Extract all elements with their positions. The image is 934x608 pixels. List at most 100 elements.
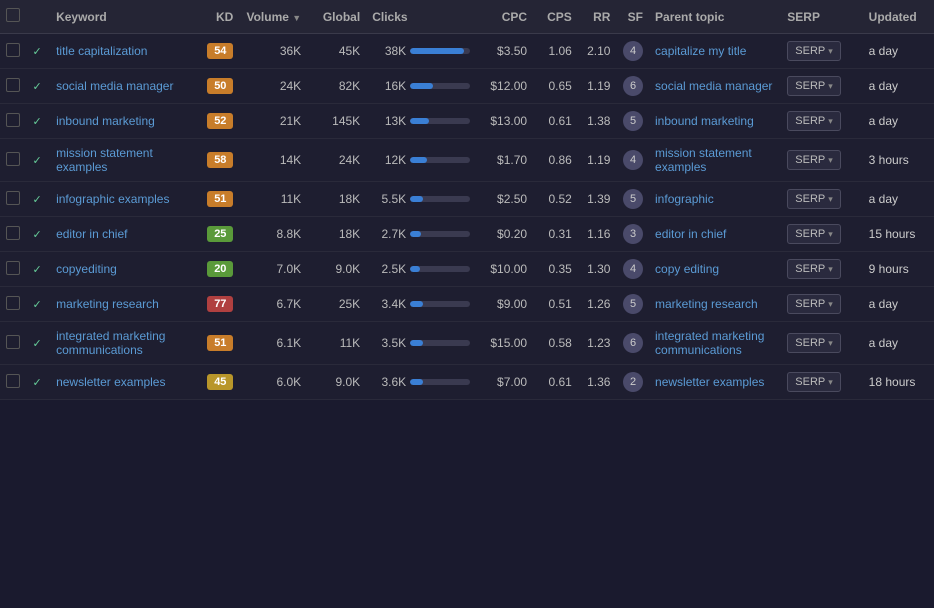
volume-col-header[interactable]: Volume ▼ <box>239 0 307 34</box>
keyword-link[interactable]: infographic examples <box>56 192 186 206</box>
parent-topic-link[interactable]: copy editing <box>655 262 775 276</box>
keyword-link[interactable]: social media manager <box>56 79 186 93</box>
parent-topic-cell: social media manager <box>649 69 781 104</box>
global-col-header[interactable]: Global <box>307 0 366 34</box>
row-checkbox[interactable] <box>6 374 20 388</box>
parent-topic-col-header[interactable]: Parent topic <box>649 0 781 34</box>
row-checkbox[interactable] <box>6 335 20 349</box>
keyword-link[interactable]: newsletter examples <box>56 375 186 389</box>
clicks-cell: 16K <box>366 69 478 104</box>
row-checkbox[interactable] <box>6 261 20 275</box>
kd-cell: 25 <box>193 217 240 252</box>
serp-button[interactable]: SERP ▾ <box>787 111 841 131</box>
serp-cell: SERP ▾ <box>781 252 862 287</box>
clicks-bar-container: 5.5K <box>372 192 472 206</box>
keyword-link[interactable]: title capitalization <box>56 44 186 58</box>
volume-cell: 24K <box>239 69 307 104</box>
table-row: ✓ newsletter examples 45 6.0K 9.0K 3.6K … <box>0 365 934 400</box>
row-checkbox[interactable] <box>6 226 20 240</box>
clicks-value: 3.5K <box>372 336 406 350</box>
sf-badge: 5 <box>623 111 643 131</box>
volume-cell: 21K <box>239 104 307 139</box>
clicks-col-header[interactable]: Clicks <box>366 0 478 34</box>
cps-col-header[interactable]: CPS <box>533 0 578 34</box>
serp-cell: SERP ▾ <box>781 217 862 252</box>
row-checkbox[interactable] <box>6 152 20 166</box>
serp-button[interactable]: SERP ▾ <box>787 294 841 314</box>
serp-button[interactable]: SERP ▾ <box>787 41 841 61</box>
table-row: ✓ mission statement examples 58 14K 24K … <box>0 139 934 182</box>
keyword-link[interactable]: editor in chief <box>56 227 186 241</box>
keyword-link[interactable]: mission statement examples <box>56 146 186 174</box>
serp-button[interactable]: SERP ▾ <box>787 372 841 392</box>
row-checkmark-icon: ✓ <box>32 46 41 58</box>
cps-cell: 0.86 <box>533 139 578 182</box>
keyword-link[interactable]: marketing research <box>56 297 186 311</box>
row-checkbox[interactable] <box>6 191 20 205</box>
rr-col-header[interactable]: RR <box>578 0 617 34</box>
header-checkbox[interactable] <box>6 8 20 22</box>
global-cell: 9.0K <box>307 365 366 400</box>
serp-btn-label: SERP <box>795 193 825 205</box>
keyword-cell: integrated marketing communications <box>50 322 192 365</box>
clicks-bar-fill <box>410 196 423 202</box>
select-all-checkbox-header[interactable] <box>0 0 26 34</box>
clicks-bar-fill <box>410 301 423 307</box>
volume-cell: 6.1K <box>239 322 307 365</box>
clicks-cell: 5.5K <box>366 182 478 217</box>
parent-topic-link[interactable]: social media manager <box>655 79 775 93</box>
clicks-bar-container: 13K <box>372 114 472 128</box>
parent-topic-link[interactable]: inbound marketing <box>655 114 775 128</box>
parent-topic-link[interactable]: capitalize my title <box>655 44 775 58</box>
row-checkbox[interactable] <box>6 296 20 310</box>
row-checkmark-cell: ✓ <box>26 139 50 182</box>
row-checkmark-icon: ✓ <box>32 194 41 206</box>
serp-cell: SERP ▾ <box>781 182 862 217</box>
serp-button[interactable]: SERP ▾ <box>787 259 841 279</box>
rr-cell: 1.39 <box>578 182 617 217</box>
cpc-col-header[interactable]: CPC <box>478 0 533 34</box>
clicks-bar-fill <box>410 231 421 237</box>
sf-badge: 4 <box>623 150 643 170</box>
serp-col-header[interactable]: SERP <box>781 0 862 34</box>
parent-topic-link[interactable]: mission statement examples <box>655 146 775 174</box>
serp-button[interactable]: SERP ▾ <box>787 333 841 353</box>
updated-col-header[interactable]: Updated <box>863 0 934 34</box>
serp-button[interactable]: SERP ▾ <box>787 76 841 96</box>
global-cell: 45K <box>307 34 366 69</box>
keyword-link[interactable]: integrated marketing communications <box>56 329 186 357</box>
check-col-header <box>26 0 50 34</box>
kd-badge: 20 <box>207 261 233 277</box>
row-checkmark-cell: ✓ <box>26 322 50 365</box>
row-checkbox[interactable] <box>6 43 20 57</box>
clicks-cell: 3.4K <box>366 287 478 322</box>
clicks-bar-fill <box>410 118 429 124</box>
global-cell: 24K <box>307 139 366 182</box>
serp-button[interactable]: SERP ▾ <box>787 150 841 170</box>
serp-button[interactable]: SERP ▾ <box>787 224 841 244</box>
row-checkbox[interactable] <box>6 78 20 92</box>
rr-cell: 1.19 <box>578 69 617 104</box>
parent-topic-link[interactable]: integrated marketing communications <box>655 329 775 357</box>
row-checkbox[interactable] <box>6 113 20 127</box>
parent-topic-link[interactable]: marketing research <box>655 297 775 311</box>
kd-cell: 54 <box>193 34 240 69</box>
keyword-link[interactable]: inbound marketing <box>56 114 186 128</box>
parent-topic-link[interactable]: infographic <box>655 192 775 206</box>
serp-btn-arrow-icon: ▾ <box>828 194 833 205</box>
serp-button[interactable]: SERP ▾ <box>787 189 841 209</box>
kd-cell: 45 <box>193 365 240 400</box>
parent-topic-link[interactable]: editor in chief <box>655 227 775 241</box>
clicks-bar-track <box>410 231 470 237</box>
parent-topic-link[interactable]: newsletter examples <box>655 375 775 389</box>
clicks-bar-track <box>410 48 470 54</box>
sf-badge: 2 <box>623 372 643 392</box>
cpc-cell: $7.00 <box>478 365 533 400</box>
row-checkbox-cell <box>0 217 26 252</box>
sf-col-header[interactable]: SF <box>616 0 649 34</box>
keyword-link[interactable]: copyediting <box>56 262 186 276</box>
kd-col-header[interactable]: KD <box>193 0 240 34</box>
clicks-value: 3.4K <box>372 297 406 311</box>
parent-topic-cell: inbound marketing <box>649 104 781 139</box>
row-checkbox-cell <box>0 252 26 287</box>
